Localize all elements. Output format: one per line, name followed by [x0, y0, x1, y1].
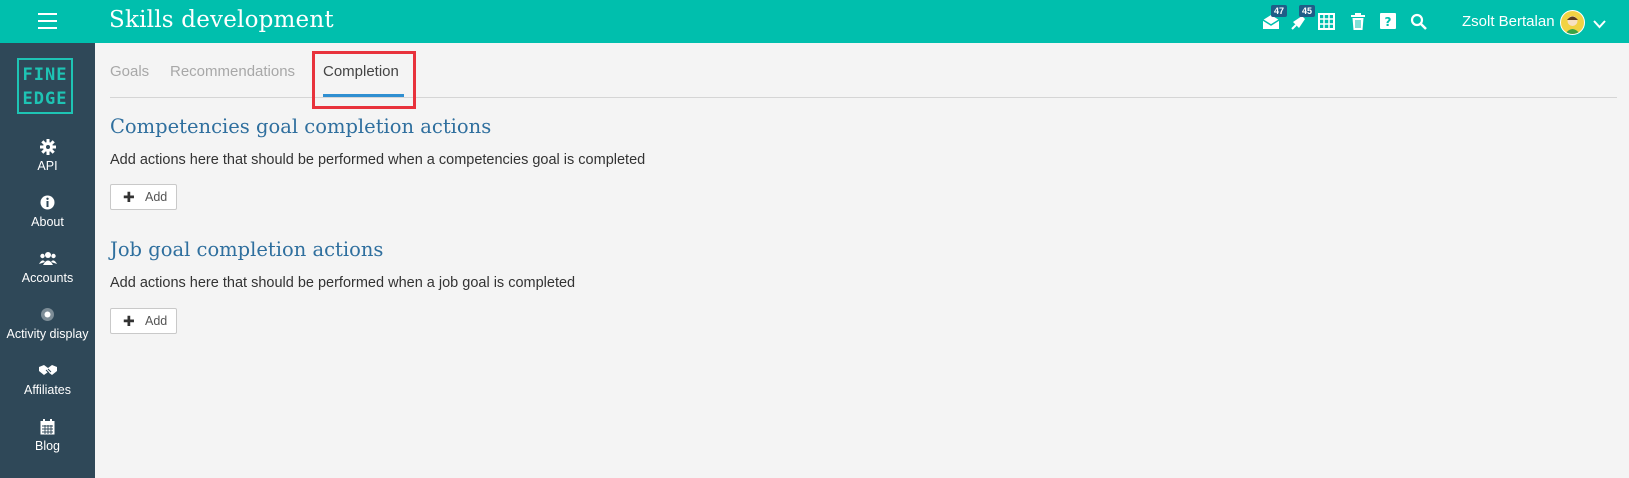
chevron-down-icon[interactable] [1593, 16, 1606, 34]
svg-text:?: ? [1385, 15, 1392, 29]
sidebar-item-label: Blog [34, 439, 61, 453]
top-bar: Skills development 47 45 ? Zsolt Bertala… [0, 0, 1629, 43]
notifications-badge: 45 [1299, 5, 1316, 17]
highlight-annotation [312, 51, 416, 109]
plus-icon: ✚ [123, 313, 135, 329]
trash-icon[interactable] [1350, 13, 1368, 31]
sidebar-item-activity-display[interactable]: Activity display [0, 307, 95, 341]
gear-icon [0, 139, 95, 155]
tab-recommendations[interactable]: Recommendations [170, 63, 295, 80]
sidebar: FINE EDGE API About Accounts Activity di… [0, 43, 95, 478]
avatar[interactable] [1560, 10, 1585, 35]
sidebar-item-about[interactable]: About [0, 195, 95, 229]
user-name[interactable]: Zsolt Bertalan [1462, 13, 1555, 30]
info-icon [0, 195, 95, 211]
fine-edge-logo[interactable]: FINE EDGE [17, 58, 73, 114]
tab-goals[interactable]: Goals [110, 63, 149, 80]
section-description: Add actions here that should be performe… [110, 152, 646, 168]
sidebar-item-label: Activity display [6, 327, 89, 341]
handshake-icon [0, 363, 95, 379]
section-title: Job goal completion actions [110, 238, 384, 261]
section-title: Competencies goal completion actions [110, 115, 492, 138]
sidebar-item-label: Affiliates [23, 383, 71, 397]
notifications-icon[interactable]: 45 [1290, 5, 1316, 31]
sidebar-item-blog[interactable]: Blog [0, 419, 95, 453]
search-icon[interactable] [1410, 13, 1428, 31]
messages-icon[interactable]: 47 [1262, 5, 1288, 31]
sidebar-item-affiliates[interactable]: Affiliates [0, 363, 95, 397]
sidebar-item-api[interactable]: API [0, 139, 95, 173]
sidebar-item-label: API [37, 159, 58, 173]
help-icon[interactable]: ? [1380, 13, 1398, 31]
messages-badge: 47 [1271, 5, 1288, 17]
plus-icon: ✚ [123, 189, 135, 205]
sidebar-item-accounts[interactable]: Accounts [0, 251, 95, 285]
add-competencies-action-button[interactable]: ✚ Add [110, 184, 177, 210]
calendar-icon [0, 419, 95, 435]
users-icon [0, 251, 95, 267]
calendar-grid-icon[interactable] [1318, 13, 1336, 31]
section-description: Add actions here that should be performe… [110, 275, 576, 291]
sidebar-item-label: Accounts [21, 271, 74, 285]
dot-circle-icon [0, 307, 95, 323]
sidebar-item-label: About [31, 215, 64, 229]
add-job-action-button[interactable]: ✚ Add [110, 308, 177, 334]
